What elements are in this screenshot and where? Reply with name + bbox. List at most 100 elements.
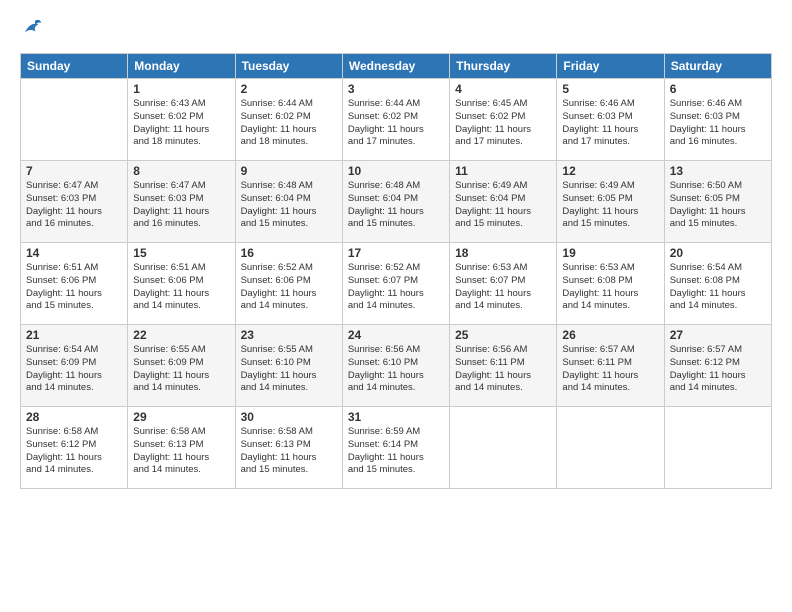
day-number: 8: [133, 164, 229, 178]
day-info: Sunrise: 6:44 AM Sunset: 6:02 PM Dayligh…: [241, 98, 337, 149]
day-info: Sunrise: 6:47 AM Sunset: 6:03 PM Dayligh…: [26, 180, 122, 231]
day-info: Sunrise: 6:55 AM Sunset: 6:09 PM Dayligh…: [133, 344, 229, 395]
calendar-week-row: 28 Sunrise: 6:58 AM Sunset: 6:12 PM Dayli…: [21, 407, 772, 489]
day-number: 14: [26, 246, 122, 260]
calendar-day-cell: 30 Sunrise: 6:58 AM Sunset: 6:13 PM Dayli…: [235, 407, 342, 489]
day-info: Sunrise: 6:57 AM Sunset: 6:11 PM Dayligh…: [562, 344, 658, 395]
calendar-day-cell: 6 Sunrise: 6:46 AM Sunset: 6:03 PM Daylig…: [664, 79, 771, 161]
day-number: 27: [670, 328, 766, 342]
day-info: Sunrise: 6:49 AM Sunset: 6:05 PM Dayligh…: [562, 180, 658, 231]
day-info: Sunrise: 6:51 AM Sunset: 6:06 PM Dayligh…: [133, 262, 229, 313]
weekday-header-tuesday: Tuesday: [235, 54, 342, 79]
day-info: Sunrise: 6:56 AM Sunset: 6:10 PM Dayligh…: [348, 344, 444, 395]
day-number: 22: [133, 328, 229, 342]
page: SundayMondayTuesdayWednesdayThursdayFrid…: [0, 0, 792, 612]
empty-cell: [450, 407, 557, 489]
calendar-day-cell: 24 Sunrise: 6:56 AM Sunset: 6:10 PM Dayli…: [342, 325, 449, 407]
calendar-day-cell: 4 Sunrise: 6:45 AM Sunset: 6:02 PM Daylig…: [450, 79, 557, 161]
calendar-week-row: 14 Sunrise: 6:51 AM Sunset: 6:06 PM Dayli…: [21, 243, 772, 325]
day-number: 30: [241, 410, 337, 424]
calendar-day-cell: 5 Sunrise: 6:46 AM Sunset: 6:03 PM Daylig…: [557, 79, 664, 161]
day-number: 23: [241, 328, 337, 342]
day-info: Sunrise: 6:53 AM Sunset: 6:07 PM Dayligh…: [455, 262, 551, 313]
calendar-day-cell: 7 Sunrise: 6:47 AM Sunset: 6:03 PM Daylig…: [21, 161, 128, 243]
day-info: Sunrise: 6:46 AM Sunset: 6:03 PM Dayligh…: [670, 98, 766, 149]
day-number: 19: [562, 246, 658, 260]
day-number: 6: [670, 82, 766, 96]
calendar-day-cell: 17 Sunrise: 6:52 AM Sunset: 6:07 PM Dayli…: [342, 243, 449, 325]
day-number: 13: [670, 164, 766, 178]
calendar-day-cell: 3 Sunrise: 6:44 AM Sunset: 6:02 PM Daylig…: [342, 79, 449, 161]
day-number: 2: [241, 82, 337, 96]
day-info: Sunrise: 6:58 AM Sunset: 6:13 PM Dayligh…: [133, 426, 229, 477]
day-number: 20: [670, 246, 766, 260]
calendar-day-cell: 21Sunrise: 6:54 AM Sunset: 6:09 PM Dayli…: [21, 325, 128, 407]
calendar-day-cell: 1 Sunrise: 6:43 AM Sunset: 6:02 PM Daylig…: [128, 79, 235, 161]
calendar-day-cell: 15 Sunrise: 6:51 AM Sunset: 6:06 PM Dayli…: [128, 243, 235, 325]
day-number: 18: [455, 246, 551, 260]
day-number: 24: [348, 328, 444, 342]
calendar-day-cell: 22 Sunrise: 6:55 AM Sunset: 6:09 PM Dayli…: [128, 325, 235, 407]
day-info: Sunrise: 6:47 AM Sunset: 6:03 PM Dayligh…: [133, 180, 229, 231]
day-info: Sunrise: 6:53 AM Sunset: 6:08 PM Dayligh…: [562, 262, 658, 313]
day-info: Sunrise: 6:54 AM Sunset: 6:08 PM Dayligh…: [670, 262, 766, 313]
empty-cell: [664, 407, 771, 489]
day-info: Sunrise: 6:59 AM Sunset: 6:14 PM Dayligh…: [348, 426, 444, 477]
day-info: Sunrise: 6:46 AM Sunset: 6:03 PM Dayligh…: [562, 98, 658, 149]
day-number: 3: [348, 82, 444, 96]
weekday-header-wednesday: Wednesday: [342, 54, 449, 79]
calendar-day-cell: 28 Sunrise: 6:58 AM Sunset: 6:12 PM Dayli…: [21, 407, 128, 489]
calendar-week-row: 7 Sunrise: 6:47 AM Sunset: 6:03 PM Daylig…: [21, 161, 772, 243]
day-info: Sunrise: 6:54 AM Sunset: 6:09 PM Dayligh…: [26, 344, 122, 395]
day-info: Sunrise: 6:57 AM Sunset: 6:12 PM Dayligh…: [670, 344, 766, 395]
day-number: 17: [348, 246, 444, 260]
weekday-header-saturday: Saturday: [664, 54, 771, 79]
day-info: Sunrise: 6:56 AM Sunset: 6:11 PM Dayligh…: [455, 344, 551, 395]
calendar-day-cell: 18 Sunrise: 6:53 AM Sunset: 6:07 PM Dayli…: [450, 243, 557, 325]
calendar-day-cell: 27 Sunrise: 6:57 AM Sunset: 6:12 PM Dayli…: [664, 325, 771, 407]
calendar-day-cell: 29 Sunrise: 6:58 AM Sunset: 6:13 PM Dayli…: [128, 407, 235, 489]
empty-cell: [21, 79, 128, 161]
weekday-header-monday: Monday: [128, 54, 235, 79]
day-info: Sunrise: 6:44 AM Sunset: 6:02 PM Dayligh…: [348, 98, 444, 149]
day-number: 1: [133, 82, 229, 96]
day-number: 11: [455, 164, 551, 178]
logo-bird-icon: [22, 16, 44, 38]
day-number: 5: [562, 82, 658, 96]
day-info: Sunrise: 6:58 AM Sunset: 6:12 PM Dayligh…: [26, 426, 122, 477]
day-info: Sunrise: 6:45 AM Sunset: 6:02 PM Dayligh…: [455, 98, 551, 149]
day-info: Sunrise: 6:58 AM Sunset: 6:13 PM Dayligh…: [241, 426, 337, 477]
calendar-day-cell: 25Sunrise: 6:56 AM Sunset: 6:11 PM Dayli…: [450, 325, 557, 407]
calendar-day-cell: 23 Sunrise: 6:55 AM Sunset: 6:10 PM Dayli…: [235, 325, 342, 407]
day-info: Sunrise: 6:52 AM Sunset: 6:07 PM Dayligh…: [348, 262, 444, 313]
day-info: Sunrise: 6:48 AM Sunset: 6:04 PM Dayligh…: [241, 180, 337, 231]
calendar-day-cell: 12Sunrise: 6:49 AM Sunset: 6:05 PM Dayli…: [557, 161, 664, 243]
weekday-header-sunday: Sunday: [21, 54, 128, 79]
day-number: 29: [133, 410, 229, 424]
header: [20, 16, 772, 43]
day-number: 28: [26, 410, 122, 424]
day-info: Sunrise: 6:49 AM Sunset: 6:04 PM Dayligh…: [455, 180, 551, 231]
weekday-header-thursday: Thursday: [450, 54, 557, 79]
day-info: Sunrise: 6:51 AM Sunset: 6:06 PM Dayligh…: [26, 262, 122, 313]
calendar-header-row: SundayMondayTuesdayWednesdayThursdayFrid…: [21, 54, 772, 79]
calendar-day-cell: 20 Sunrise: 6:54 AM Sunset: 6:08 PM Dayli…: [664, 243, 771, 325]
empty-cell: [557, 407, 664, 489]
calendar-week-row: 21Sunrise: 6:54 AM Sunset: 6:09 PM Dayli…: [21, 325, 772, 407]
logo-general: [20, 16, 44, 43]
weekday-header-friday: Friday: [557, 54, 664, 79]
day-info: Sunrise: 6:52 AM Sunset: 6:06 PM Dayligh…: [241, 262, 337, 313]
day-number: 10: [348, 164, 444, 178]
day-number: 7: [26, 164, 122, 178]
day-info: Sunrise: 6:55 AM Sunset: 6:10 PM Dayligh…: [241, 344, 337, 395]
calendar-day-cell: 16Sunrise: 6:52 AM Sunset: 6:06 PM Dayli…: [235, 243, 342, 325]
day-info: Sunrise: 6:43 AM Sunset: 6:02 PM Dayligh…: [133, 98, 229, 149]
day-number: 4: [455, 82, 551, 96]
day-number: 9: [241, 164, 337, 178]
day-number: 15: [133, 246, 229, 260]
logo: [20, 16, 44, 43]
calendar-day-cell: 10Sunrise: 6:48 AM Sunset: 6:04 PM Dayli…: [342, 161, 449, 243]
calendar-day-cell: 26Sunrise: 6:57 AM Sunset: 6:11 PM Dayli…: [557, 325, 664, 407]
calendar-day-cell: 14 Sunrise: 6:51 AM Sunset: 6:06 PM Dayli…: [21, 243, 128, 325]
calendar-day-cell: 9 Sunrise: 6:48 AM Sunset: 6:04 PM Daylig…: [235, 161, 342, 243]
